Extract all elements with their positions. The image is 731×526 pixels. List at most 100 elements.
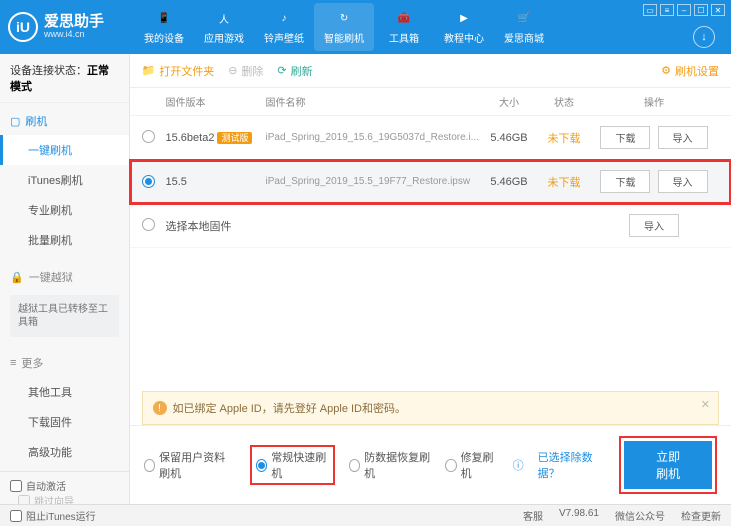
nav-shop[interactable]: 🛒 爱思商城 [494, 3, 554, 51]
sidebar-item-batch-flash[interactable]: 批量刷机 [0, 225, 129, 255]
sidebar-head-more[interactable]: ≡ 更多 [0, 349, 129, 377]
win-max-button[interactable]: ☐ [694, 4, 708, 16]
gear-icon: ⚙ [661, 64, 671, 77]
jailbreak-note: 越狱工具已转移至工具箱 [10, 295, 119, 337]
row-radio[interactable] [142, 218, 155, 231]
row-radio[interactable] [142, 175, 155, 188]
refresh-icon: ↻ [335, 9, 353, 27]
cart-icon: 🛒 [515, 9, 533, 27]
auto-activate-checkbox[interactable]: 自动激活 [10, 478, 119, 493]
opt-repair-flash[interactable]: 修复刷机 [445, 449, 499, 481]
local-firmware-label: 选择本地固件 [166, 218, 323, 234]
sidebar-item-other-tools[interactable]: 其他工具 [0, 377, 129, 407]
opt-anti-recovery[interactable]: 防数据恢复刷机 [349, 449, 432, 481]
nav-label: 我的设备 [144, 30, 184, 45]
nav-flash[interactable]: ↻ 智能刷机 [314, 3, 374, 51]
play-icon: ▶ [455, 9, 473, 27]
conn-label: 设备连接状态： [10, 65, 87, 77]
firmware-row[interactable]: 15.6beta2测试版 iPad_Spring_2019_15.6_19G50… [130, 116, 731, 160]
row-size: 5.46GB [479, 132, 539, 144]
radio-icon [256, 459, 268, 472]
download-button[interactable]: 下载 [600, 170, 650, 193]
row-size: 5.46GB [479, 176, 539, 188]
local-firmware-row[interactable]: 选择本地固件 导入 [130, 204, 731, 248]
tool-label: 刷新 [291, 63, 313, 79]
checkbox-label: 跳过向导 [34, 493, 74, 504]
win-menu-button[interactable]: ≡ [660, 4, 674, 16]
opt-quick-flash-highlighted[interactable]: 常规快速刷机 [250, 445, 335, 485]
opt-keep-data[interactable]: 保留用户资料刷机 [144, 449, 236, 481]
flash-options-row: 保留用户资料刷机 常规快速刷机 防数据恢复刷机 修复刷机 ⓘ 已选择除数据？ 立… [130, 425, 731, 504]
open-folder-button[interactable]: 📁打开文件夹 [142, 63, 215, 79]
sidebar-head-jailbreak[interactable]: 🔒一键越狱 [0, 263, 129, 291]
wechat-link[interactable]: 微信公众号 [615, 508, 665, 523]
row-filename: iPad_Spring_2019_15.5_19F77_Restore.ipsw [266, 176, 480, 187]
nav-label: 爱思商城 [504, 30, 544, 45]
titlebar: iU 爱思助手 www.i4.cn 📱我的设备 人应用游戏 ♪铃声壁纸 ↻智能刷… [0, 0, 731, 54]
download-button[interactable]: 下载 [600, 126, 650, 149]
sidebar-item-oneclick-flash[interactable]: 一键刷机 [0, 135, 129, 165]
nav-toolbox[interactable]: 🧰工具箱 [374, 3, 434, 51]
sidebar-head-label: 刷机 [25, 113, 47, 129]
block-itunes-checkbox[interactable]: 阻止iTunes运行 [10, 508, 96, 523]
opt-label: 保留用户资料刷机 [159, 449, 236, 481]
radio-icon [349, 459, 361, 472]
skip-guide-checkbox[interactable]: 跳过向导 [18, 493, 119, 504]
sidebar-head-flash[interactable]: ▢ 刷机 [0, 107, 129, 135]
import-button[interactable]: 导入 [629, 214, 679, 237]
flash-now-button[interactable]: 立即刷机 [624, 441, 712, 489]
nav-my-device[interactable]: 📱我的设备 [134, 3, 194, 51]
minus-circle-icon: ⊖ [228, 64, 237, 77]
nav-apps[interactable]: 人应用游戏 [194, 3, 254, 51]
nav-label: 工具箱 [389, 30, 419, 45]
nav-label: 智能刷机 [324, 30, 364, 45]
delete-button[interactable]: ⊖删除 [228, 63, 263, 79]
row-status: 未下载 [539, 130, 589, 146]
firmware-row-selected[interactable]: 15.5 iPad_Spring_2019_15.5_19F77_Restore… [130, 160, 731, 204]
window-controls: ▭ ≡ – ☐ ✕ [643, 4, 725, 16]
th-size: 大小 [479, 94, 539, 109]
import-button[interactable]: 导入 [658, 170, 708, 193]
row-filename: iPad_Spring_2019_15.6_19G5037d_Restore.i… [266, 132, 480, 143]
sidebar-head-label: 更多 [21, 355, 43, 371]
refresh-button[interactable]: ⟳ 刷新 [277, 63, 312, 79]
beta-badge: 测试版 [217, 132, 252, 144]
opt-label: 常规快速刷机 [271, 449, 328, 481]
exclude-link[interactable]: 已选择除数据？ [538, 449, 606, 481]
win-min-button[interactable]: – [677, 4, 691, 16]
service-link[interactable]: 客服 [523, 508, 543, 523]
version-label: V7.98.61 [559, 508, 599, 523]
info-icon[interactable]: ⓘ [513, 457, 524, 473]
win-close-button[interactable]: ✕ [711, 4, 725, 16]
brand-url: www.i4.cn [44, 30, 104, 40]
th-name: 固件名称 [266, 94, 480, 109]
sidebar: 设备连接状态：正常模式 ▢刷机 一键刷机 iTunes刷机 专业刷机 批量刷机 … [0, 54, 130, 504]
tool-label: 刷机设置 [675, 63, 719, 79]
sidebar-item-download-firmware[interactable]: 下载固件 [0, 407, 129, 437]
screen-icon: ▢ [10, 115, 20, 128]
list-icon: ≡ [10, 357, 16, 369]
nav-label: 铃声壁纸 [264, 30, 304, 45]
sidebar-item-pro-flash[interactable]: 专业刷机 [0, 195, 129, 225]
th-version: 固件版本 [166, 94, 266, 109]
check-update-link[interactable]: 检查更新 [681, 508, 721, 523]
row-version: 15.6beta2 [166, 132, 215, 144]
import-button[interactable]: 导入 [658, 126, 708, 149]
row-radio[interactable] [142, 130, 155, 143]
flash-settings-button[interactable]: ⚙ 刷机设置 [661, 63, 719, 79]
refresh-icon: ⟳ [277, 64, 286, 77]
win-skin-button[interactable]: ▭ [643, 4, 657, 16]
banner-close-button[interactable]: ✕ [701, 398, 710, 411]
nav-ringtones[interactable]: ♪铃声壁纸 [254, 3, 314, 51]
main-panel: 📁打开文件夹 ⊖删除 ⟳刷新 ⚙刷机设置 固件版本 固件名称 大小 状态 操作 … [130, 54, 731, 504]
sidebar-item-advanced[interactable]: 高级功能 [0, 437, 129, 467]
nav-tutorials[interactable]: ▶教程中心 [434, 3, 494, 51]
th-status: 状态 [539, 94, 589, 109]
row-status: 未下载 [539, 174, 589, 190]
sidebar-head-label: 一键越狱 [29, 269, 73, 285]
download-manager-button[interactable]: ↓ [693, 26, 715, 48]
connection-status: 设备连接状态：正常模式 [0, 54, 129, 103]
radio-icon [144, 459, 156, 472]
sidebar-item-itunes-flash[interactable]: iTunes刷机 [0, 165, 129, 195]
top-nav: 📱我的设备 人应用游戏 ♪铃声壁纸 ↻ 智能刷机 🧰工具箱 ▶教程中心 🛒 爱思商城 [134, 3, 554, 51]
